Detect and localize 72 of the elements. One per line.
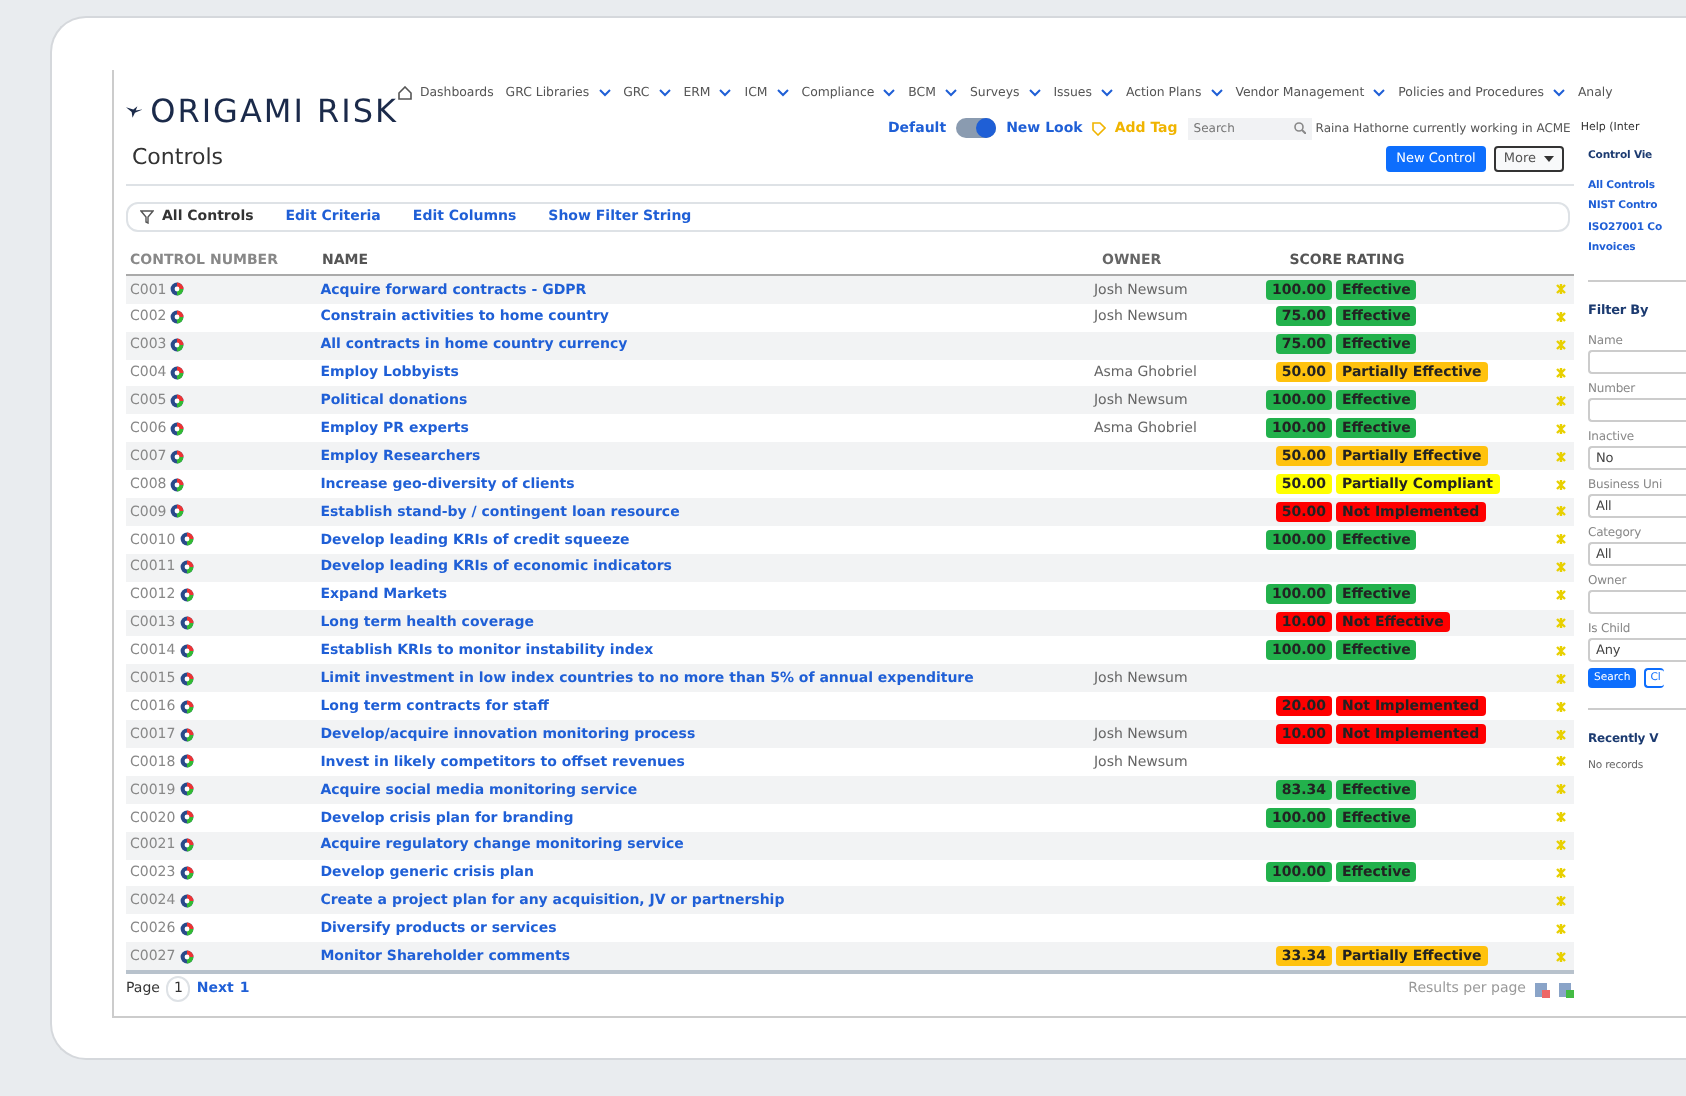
pie-icon <box>179 782 194 797</box>
pie-icon <box>179 810 194 825</box>
brand-logo-text: ORIGAMI RISK <box>150 90 398 134</box>
pie-icon <box>179 643 194 658</box>
asterisk-icon <box>1555 312 1566 323</box>
asterisk-icon <box>1555 645 1566 656</box>
asterisk-icon <box>1555 479 1566 490</box>
pie-icon <box>170 504 185 519</box>
home-icon <box>398 86 412 101</box>
pie-icon <box>170 421 185 436</box>
chevron-down-icon <box>657 88 672 99</box>
asterisk-icon <box>1555 395 1566 406</box>
asterisk-icon <box>1555 534 1566 545</box>
pie-icon <box>179 838 194 853</box>
pie-icon <box>170 393 185 408</box>
pie-icon <box>179 560 194 575</box>
pie-icon <box>170 310 185 325</box>
pie-icon <box>179 671 194 686</box>
asterisk-icon <box>1555 590 1566 601</box>
asterisk-icon <box>1555 701 1566 712</box>
chevron-down-icon <box>597 88 612 99</box>
pie-icon <box>179 727 194 742</box>
input-field[interactable] <box>1588 397 1686 422</box>
asterisk-icon <box>1555 340 1566 351</box>
chevron-down-icon <box>775 88 790 99</box>
export-icon <box>1558 981 1574 998</box>
asterisk-icon <box>1555 868 1566 879</box>
input-field[interactable] <box>1588 349 1686 374</box>
chevron-down-icon <box>1209 88 1224 99</box>
page-title: Controls <box>132 142 225 175</box>
asterisk-icon <box>1555 451 1566 462</box>
chevron-down-icon <box>1372 88 1387 99</box>
asterisk-icon <box>1555 812 1566 823</box>
chevron-down-icon <box>718 88 733 99</box>
chevron-down-icon <box>1551 88 1566 99</box>
asterisk-icon <box>1555 729 1566 740</box>
chevron-down-icon <box>1027 88 1042 99</box>
pie-icon <box>179 588 194 603</box>
chevron-down-icon <box>943 88 958 99</box>
pie-icon <box>179 699 194 714</box>
pie-icon <box>179 949 194 964</box>
pie-icon <box>170 477 185 492</box>
asterisk-icon <box>1555 368 1566 378</box>
pie-icon <box>170 338 185 353</box>
pie-icon <box>179 893 194 908</box>
pie-icon <box>170 282 185 297</box>
pie-icon <box>179 616 194 631</box>
asterisk-icon <box>1555 284 1566 295</box>
chevron-down-icon <box>882 88 897 99</box>
asterisk-icon <box>1555 673 1566 684</box>
caret-down-icon <box>1544 155 1554 162</box>
asterisk-icon <box>1555 951 1566 962</box>
asterisk-icon <box>1555 840 1566 851</box>
pie-icon <box>179 921 194 936</box>
asterisk-icon <box>1555 756 1566 767</box>
asterisk-icon <box>1555 784 1566 795</box>
asterisk-icon <box>1555 618 1566 629</box>
export-icon <box>1534 981 1550 998</box>
asterisk-icon <box>1555 562 1566 573</box>
asterisk-icon <box>1555 423 1566 434</box>
asterisk-icon <box>1555 923 1566 934</box>
input-field[interactable] <box>1588 589 1686 614</box>
pie-icon <box>170 366 185 380</box>
new-look-toggle[interactable] <box>956 118 997 138</box>
pie-icon <box>179 754 194 769</box>
tag-icon <box>1092 121 1107 135</box>
pie-icon <box>179 866 194 881</box>
pie-icon <box>170 449 185 464</box>
pie-icon <box>179 532 194 547</box>
asterisk-icon <box>1555 895 1566 906</box>
chevron-down-icon <box>1099 88 1114 99</box>
asterisk-icon <box>1555 506 1566 517</box>
